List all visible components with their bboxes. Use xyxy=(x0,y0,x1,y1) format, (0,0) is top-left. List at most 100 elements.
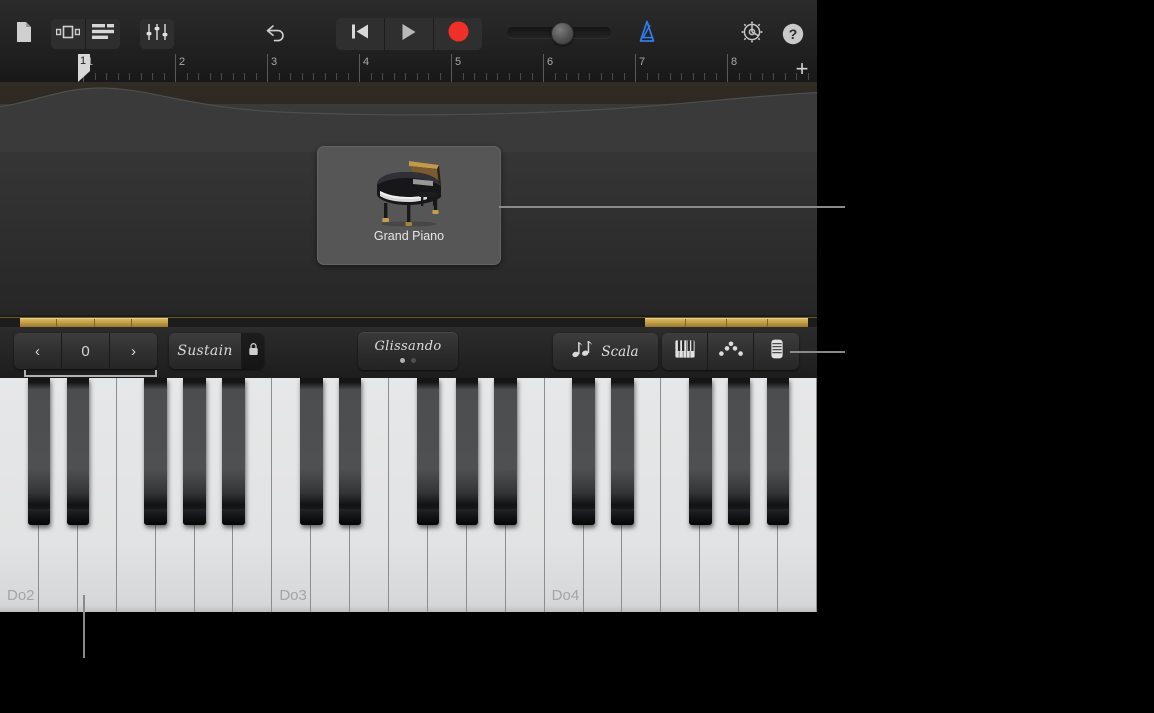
ruler-sub-tick xyxy=(95,73,96,80)
black-key[interactable] xyxy=(727,378,751,525)
ruler-sub-tick xyxy=(704,73,705,80)
record-button[interactable] xyxy=(434,18,482,50)
ruler-sub-tick xyxy=(785,73,786,80)
document-icon xyxy=(15,21,33,48)
scala-button[interactable]: Scala xyxy=(553,333,658,370)
octave-down-button[interactable]: ‹ xyxy=(14,333,62,369)
ruler-sub-tick xyxy=(210,73,211,80)
chord-dots-icon xyxy=(718,341,743,362)
app-window: ? 12345678 1 + Grand Piano ‹ 0 › Sustain… xyxy=(0,0,817,612)
ruler-sub-tick xyxy=(463,73,464,80)
ruler-sub-tick xyxy=(313,73,314,80)
mixer-controls-button[interactable] xyxy=(140,19,174,49)
ruler-sub-tick xyxy=(647,73,648,80)
rewind-button[interactable] xyxy=(336,18,385,50)
piano-keys-icon xyxy=(674,340,695,363)
instrument-panel: Grand Piano xyxy=(0,82,817,315)
glissando-label: Glissando xyxy=(374,339,442,354)
piano-keyboard[interactable]: Do2 Do3 Do4 xyxy=(0,378,817,612)
library-view-icon xyxy=(55,25,81,44)
instrument-card-label: Grand Piano xyxy=(373,229,445,243)
ruler-sub-tick xyxy=(118,73,119,80)
document-button[interactable] xyxy=(12,18,36,50)
black-key[interactable] xyxy=(338,378,362,525)
ruler-sub-tick xyxy=(256,73,257,80)
black-key[interactable] xyxy=(611,378,634,525)
ruler-sub-tick xyxy=(371,73,372,80)
white-key-label: Do3 xyxy=(279,587,307,604)
ruler-sub-tick xyxy=(440,73,441,80)
ruler-bar-tick xyxy=(359,54,360,82)
toolbar: ? xyxy=(0,0,817,55)
ruler-sub-tick xyxy=(348,73,349,80)
ruler-sub-tick xyxy=(532,73,533,80)
undo-button[interactable] xyxy=(262,18,290,50)
sustain-button[interactable]: Sustain xyxy=(169,333,242,369)
ruler-sub-tick xyxy=(509,73,510,80)
ruler-sub-tick xyxy=(589,73,590,80)
white-key-label: Do4 xyxy=(551,587,580,604)
ruler-sub-tick xyxy=(164,73,165,80)
sustain-lock-button[interactable] xyxy=(242,333,264,369)
ruler-sub-tick xyxy=(555,73,556,80)
ruler-sub-tick xyxy=(233,73,234,80)
black-key[interactable] xyxy=(299,378,323,525)
ruler-sub-tick xyxy=(336,73,337,80)
playhead[interactable]: 1 xyxy=(78,54,92,82)
ruler-sub-tick xyxy=(325,73,326,80)
timeline-ruler[interactable]: 12345678 1 + xyxy=(0,54,817,83)
ruler-sub-tick xyxy=(750,73,751,80)
black-key[interactable] xyxy=(416,378,440,525)
ruler-sub-tick xyxy=(693,73,694,80)
page-dot[interactable] xyxy=(400,358,405,363)
metronome-icon xyxy=(634,19,660,50)
black-key[interactable] xyxy=(766,378,790,525)
black-key[interactable] xyxy=(455,378,479,525)
grand-piano-icon xyxy=(363,155,455,227)
play-button[interactable] xyxy=(385,18,434,50)
view-chords-button[interactable] xyxy=(708,333,754,370)
ruler-bar-tick xyxy=(267,54,268,82)
callout-line-view-group xyxy=(790,351,845,353)
ruler-sub-tick xyxy=(497,73,498,80)
metronome-button[interactable] xyxy=(633,18,661,50)
play-icon xyxy=(401,23,417,46)
black-key[interactable] xyxy=(572,378,595,525)
black-key[interactable] xyxy=(494,378,518,525)
black-key[interactable] xyxy=(27,378,51,525)
help-icon: ? xyxy=(782,23,804,45)
playhead-bar-number: 1 xyxy=(80,55,87,67)
help-label: ? xyxy=(788,26,798,42)
ruler-bar-number: 5 xyxy=(455,56,462,68)
tracks-view-button[interactable] xyxy=(86,19,120,49)
ruler-bar-tick xyxy=(451,54,452,82)
mixer-controls-icon xyxy=(146,23,168,46)
black-key[interactable] xyxy=(144,378,167,525)
ruler-sub-tick xyxy=(681,73,682,80)
ruler-bar-tick xyxy=(727,54,728,82)
library-view-button[interactable] xyxy=(51,19,86,49)
keyboard-view-group xyxy=(662,333,799,370)
ruler-sub-tick xyxy=(773,73,774,80)
octave-up-button[interactable]: › xyxy=(110,333,157,369)
ruler-sub-tick xyxy=(486,73,487,80)
help-button[interactable]: ? xyxy=(780,18,806,50)
black-key[interactable] xyxy=(183,378,206,525)
black-key[interactable] xyxy=(222,378,245,525)
ruler-bar-tick xyxy=(635,54,636,82)
view-keyboard-button[interactable] xyxy=(662,333,708,370)
black-key[interactable] xyxy=(66,378,90,525)
page-dot[interactable] xyxy=(411,358,416,363)
black-key[interactable] xyxy=(689,378,712,525)
ruler-sub-tick xyxy=(670,73,671,80)
add-track-button[interactable]: + xyxy=(791,58,813,80)
settings-button[interactable] xyxy=(738,18,766,50)
octave-value: 0 xyxy=(62,333,110,369)
ruler-sub-tick xyxy=(601,73,602,80)
ruler-bar-number: 3 xyxy=(271,56,278,68)
instrument-card-grand-piano[interactable]: Grand Piano xyxy=(317,146,501,265)
ruler-sub-tick xyxy=(394,73,395,80)
master-volume-knob[interactable] xyxy=(551,22,574,45)
scala-group: Scala xyxy=(553,333,658,370)
glissando-button[interactable]: Glissando xyxy=(358,332,458,370)
